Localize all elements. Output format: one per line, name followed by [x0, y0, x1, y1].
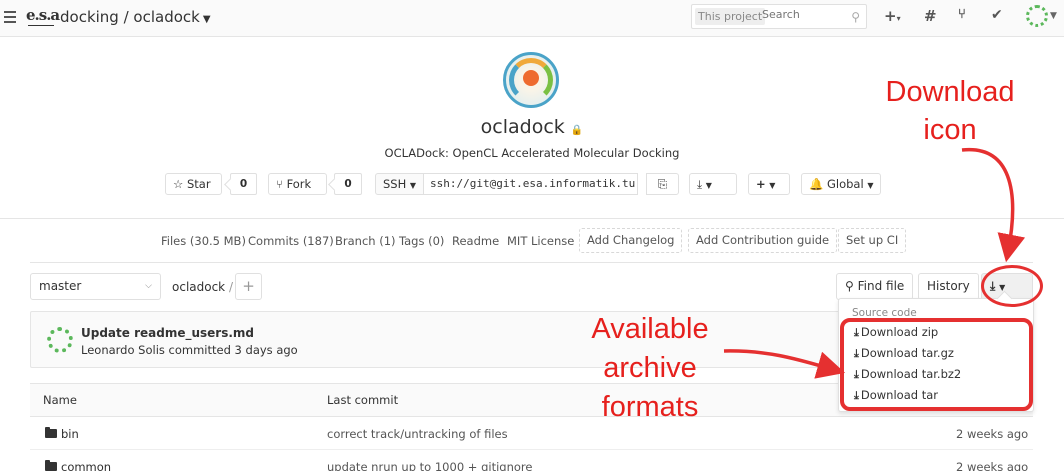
arrow-to-archive-formats [723, 349, 846, 379]
annotation-arrows [723, 147, 1026, 379]
arrow-to-download-icon [961, 147, 1026, 263]
